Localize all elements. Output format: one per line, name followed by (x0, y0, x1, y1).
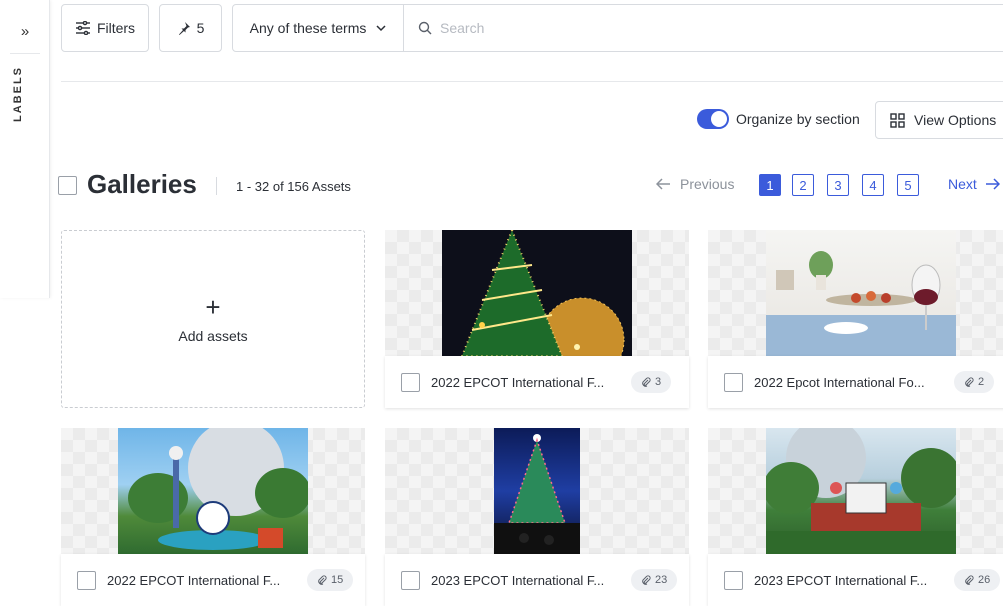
page-1-button[interactable]: 1 (759, 174, 781, 196)
attachment-count-badge: 15 (307, 569, 354, 591)
attachment-count: 23 (655, 574, 668, 586)
chevron-down-icon (376, 24, 386, 32)
gallery-card[interactable]: 2022 EPCOT International F... 15 (61, 428, 365, 606)
attachment-count: 3 (655, 376, 662, 388)
previous-page-button[interactable]: Previous (656, 176, 734, 192)
gallery-thumbnail (442, 230, 632, 356)
gallery-card[interactable]: 2022 EPCOT International F... 3 (385, 230, 689, 408)
card-checkbox[interactable] (724, 570, 743, 590)
page-3-button[interactable]: 3 (827, 174, 849, 196)
page-title: Galleries (87, 169, 197, 199)
card-footer: 2022 EPCOT International F... 3 (385, 356, 689, 408)
arrow-right-icon (985, 178, 1000, 190)
paperclip-icon (641, 377, 651, 387)
gallery-thumbnail (766, 428, 956, 554)
match-terms-dropdown[interactable]: Any of these terms (232, 4, 404, 52)
paperclip-icon (964, 377, 974, 387)
card-title: 2022 EPCOT International F... (107, 572, 281, 588)
card-checkbox[interactable] (724, 372, 743, 392)
add-assets-card[interactable]: + Add assets (61, 230, 365, 408)
next-label: Next (948, 176, 977, 192)
asset-count: 1 - 32 of 156 Assets (236, 179, 351, 194)
attachment-count-badge: 3 (631, 371, 672, 393)
view-options-label: View Options (914, 112, 997, 128)
labels-rail-title: LABELS (12, 66, 24, 122)
card-footer: 2022 Epcot International Fo... 2 (708, 356, 1003, 408)
organize-by-section-toggle[interactable] (697, 109, 729, 129)
pinned-filters-button[interactable]: 5 (159, 4, 222, 52)
attachment-count: 15 (331, 574, 344, 586)
attachment-count-badge: 2 (954, 371, 995, 393)
plus-icon: + (205, 292, 221, 322)
page-5-button[interactable]: 5 (897, 174, 919, 196)
filters-button[interactable]: Filters (61, 4, 149, 52)
labels-rail: » LABELS (0, 0, 50, 298)
search-input[interactable] (440, 20, 840, 36)
view-options-button[interactable]: View Options (875, 101, 1003, 139)
page-2-button[interactable]: 2 (792, 174, 814, 196)
paperclip-icon (641, 575, 651, 585)
pinned-count: 5 (196, 20, 205, 36)
gallery-thumbnail (494, 428, 580, 554)
card-title: 2022 Epcot International Fo... (754, 374, 925, 390)
attachment-count-badge: 23 (631, 569, 678, 591)
expand-labels-icon[interactable]: » (14, 20, 36, 42)
card-footer: 2023 EPCOT International F... 23 (385, 554, 689, 606)
sliders-icon (75, 21, 91, 35)
card-footer: 2022 EPCOT International F... 15 (61, 554, 365, 606)
card-footer: 2023 EPCOT International F... 26 (708, 554, 1003, 606)
pin-icon (177, 21, 191, 35)
card-title: 2023 EPCOT International F... (431, 572, 605, 588)
card-title: 2022 EPCOT International F... (431, 374, 605, 390)
rail-divider (10, 53, 40, 54)
search-bar (403, 4, 1003, 52)
paperclip-icon (964, 575, 974, 585)
filters-label: Filters (96, 20, 136, 36)
title-divider (216, 177, 217, 195)
add-assets-label: Add assets (178, 328, 248, 344)
next-page-button[interactable]: Next (948, 176, 1000, 192)
card-title: 2023 EPCOT International F... (754, 572, 928, 588)
page-4-button[interactable]: 4 (862, 174, 884, 196)
arrow-left-icon (656, 178, 671, 190)
attachment-count-badge: 26 (954, 569, 1001, 591)
select-all-checkbox[interactable] (58, 176, 77, 195)
card-checkbox[interactable] (77, 570, 96, 590)
search-icon (418, 21, 432, 35)
card-checkbox[interactable] (401, 570, 420, 590)
gallery-card[interactable]: 2023 EPCOT International F... 23 (385, 428, 689, 606)
paperclip-icon (317, 575, 327, 585)
previous-label: Previous (680, 176, 735, 192)
organize-by-section-label: Organize by section (736, 111, 860, 127)
match-terms-label: Any of these terms (249, 20, 367, 36)
grid-icon (890, 112, 905, 128)
gallery-thumbnail (118, 428, 308, 554)
gallery-thumbnail (766, 230, 956, 356)
toolbar-divider (61, 81, 1003, 82)
card-checkbox[interactable] (401, 372, 420, 392)
gallery-card[interactable]: 2023 EPCOT International F... 26 (708, 428, 1003, 606)
gallery-card[interactable]: 2022 Epcot International Fo... 2 (708, 230, 1003, 408)
toggle-knob (711, 111, 727, 127)
attachment-count: 26 (978, 574, 991, 586)
attachment-count: 2 (978, 376, 985, 388)
